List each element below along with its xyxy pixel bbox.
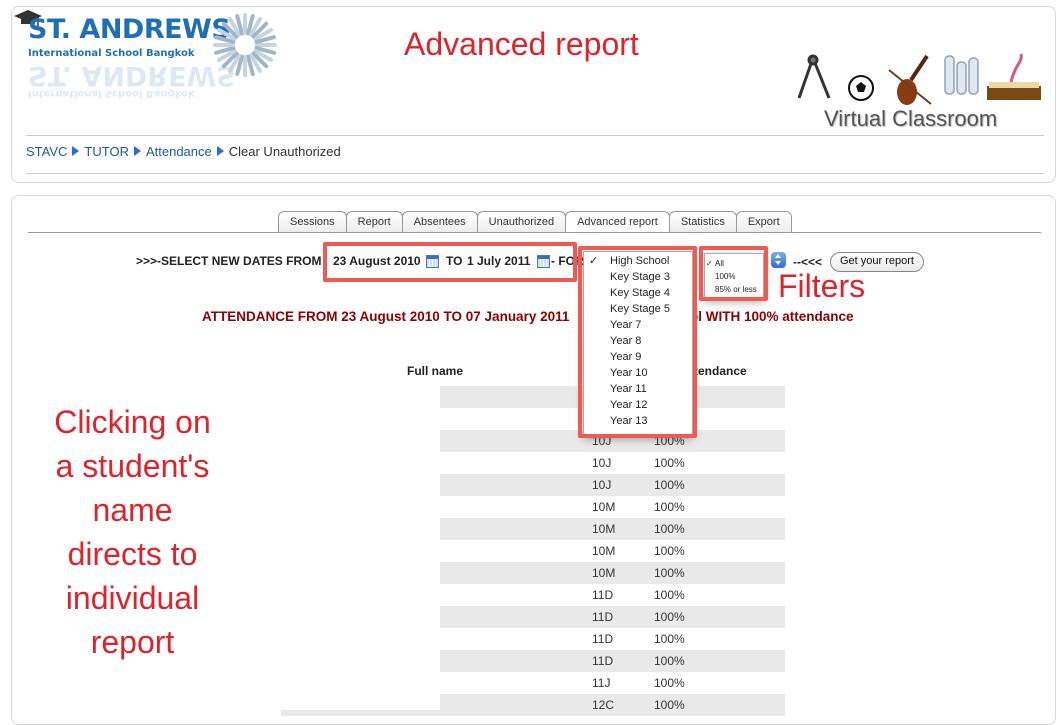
header-divider — [26, 135, 1044, 136]
date-highlight-box — [323, 242, 577, 282]
tab-report[interactable]: Report — [345, 211, 403, 233]
class-cell: 11J — [592, 676, 611, 690]
class-cell: 11D — [592, 610, 614, 624]
class-cell: 10M — [592, 566, 616, 580]
school-logo-subtitle: International School Bangkok — [28, 48, 195, 59]
tab-absentees[interactable]: Absentees — [401, 211, 478, 233]
soccer-ball-icon — [848, 75, 874, 101]
select-stepper-icon[interactable] — [771, 252, 786, 268]
logo-reflection: International School Bangkok ST. ANDREWS — [28, 60, 236, 99]
click-note-annotation: Clicking on a student's name directs to … — [54, 404, 211, 660]
redacted-names-area[interactable] — [281, 386, 440, 710]
attendance-cell: 100% — [654, 500, 685, 514]
breadcrumb-arrow-icon — [72, 146, 80, 156]
tab-sessions[interactable]: Sessions — [278, 211, 347, 233]
breadcrumb-link-attendance[interactable]: Attendance — [146, 144, 212, 159]
class-cell: 10M — [592, 544, 616, 558]
breadcrumb: STAVC TUTOR Attendance Clear Unauthorized — [26, 144, 341, 159]
attendance-cell: 100% — [654, 654, 685, 668]
attendance-cell: 100% — [654, 588, 685, 602]
attendance-cell: 100% — [654, 456, 685, 470]
breadcrumb-link-tutor[interactable]: TUTOR — [84, 144, 129, 159]
select-suffix: --<<< — [793, 255, 823, 269]
test-tubes-icon — [944, 55, 979, 95]
report-heading: ATTENDANCE FROM 23 August 2010 TO 07 Jan… — [202, 309, 570, 324]
class-cell: 10J — [592, 456, 612, 470]
tab-statistics[interactable]: Statistics — [668, 211, 737, 233]
attendance-cell: 100% — [654, 566, 685, 580]
tab-baseline — [28, 232, 1041, 233]
breadcrumb-current: Clear Unauthorized — [228, 144, 341, 159]
class-cell: 10J — [592, 478, 612, 492]
annotation-title: Advanced report — [404, 26, 639, 62]
breadcrumb-arrow-icon — [133, 146, 141, 156]
tab-bar: Sessions Report Absentees Unauthorized A… — [278, 211, 792, 233]
school-logo-text: ST. ANDREWS — [28, 14, 231, 45]
attendance-cell: 100% — [654, 632, 685, 646]
virtual-classroom-label: Virtual Classroom — [824, 106, 998, 131]
breadcrumb-arrow-icon — [216, 146, 224, 156]
column-header-fullname[interactable]: Full name — [407, 364, 463, 378]
class-cell: 11D — [592, 654, 614, 668]
breadcrumb-divider — [26, 173, 1044, 174]
tab-export[interactable]: Export — [735, 211, 792, 233]
attendance-cell: 100% — [654, 610, 685, 624]
filter-highlight-box — [699, 246, 768, 301]
breadcrumb-link-stavc[interactable]: STAVC — [26, 144, 67, 159]
filters-annotation: Filters — [778, 268, 866, 304]
tab-advanced-report[interactable]: Advanced report — [565, 211, 670, 233]
book-icon — [987, 53, 1041, 100]
attendance-cell: 100% — [654, 544, 685, 558]
compass-icon — [797, 54, 831, 99]
attendance-cell: 100% — [654, 478, 685, 492]
class-cell: 11D — [592, 632, 614, 646]
class-cell: 10M — [592, 522, 616, 536]
tab-unauthorized[interactable]: Unauthorized — [476, 211, 567, 233]
attendance-cell: 100% — [654, 676, 685, 690]
class-cell: 11D — [592, 588, 614, 602]
report-heading-tail: ol WITH 100% attendance — [690, 309, 854, 324]
column-header-attendance[interactable]: ttendance — [690, 364, 747, 378]
virtual-classroom-icons — [797, 53, 1041, 105]
group-highlight-box — [578, 246, 697, 438]
select-dates-label: >>>-SELECT NEW DATES FROM — [136, 254, 322, 268]
class-cell: 10M — [592, 500, 616, 514]
attendance-cell: 100% — [654, 522, 685, 536]
violin-icon — [888, 54, 932, 105]
sunburst-logo-icon — [213, 13, 277, 77]
